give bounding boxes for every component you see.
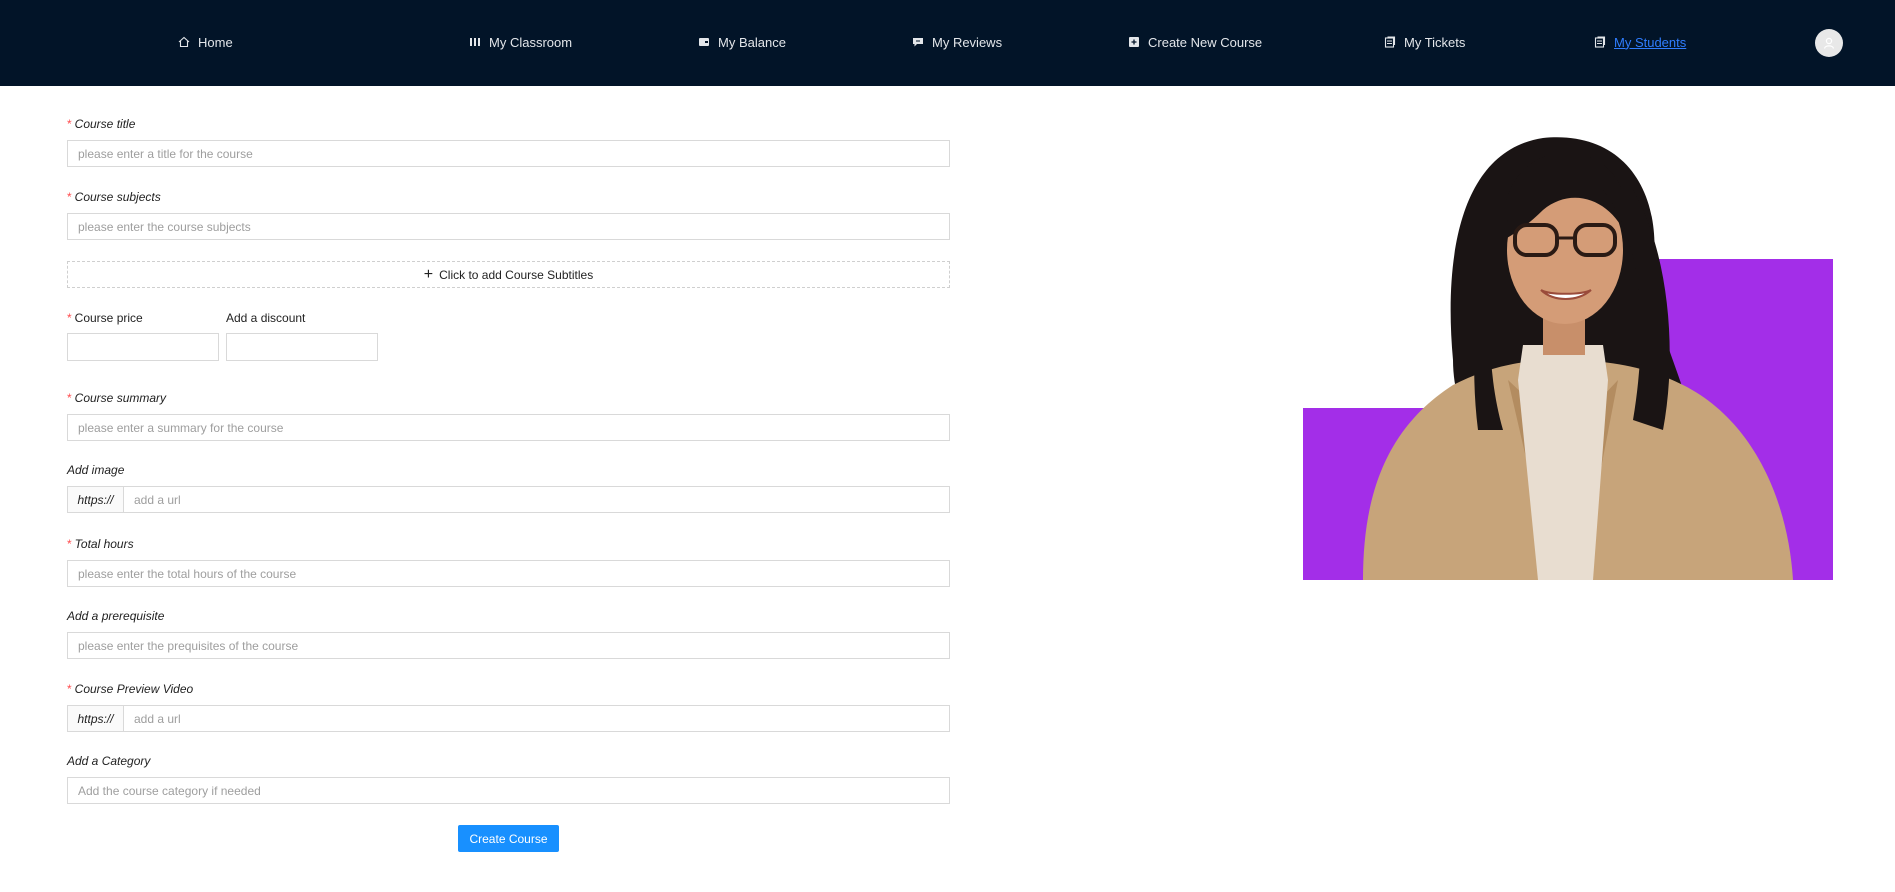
add-subtitles-button[interactable]: + Click to add Course Subtitles xyxy=(67,261,950,288)
course-price-label: * Course price xyxy=(67,311,143,325)
nav-item-home[interactable]: Home xyxy=(177,30,233,54)
image-label: Add image xyxy=(67,463,125,477)
category-input[interactable]: Add the course category if needed xyxy=(67,777,950,804)
students-icon xyxy=(1593,35,1607,49)
course-title-input[interactable]: please enter a title for the course xyxy=(67,140,950,167)
nav-item-my-reviews[interactable]: My Reviews xyxy=(911,30,1002,54)
nav-item-my-classroom[interactable]: My Classroom xyxy=(468,30,572,54)
total-hours-input[interactable]: please enter the total hours of the cour… xyxy=(67,560,950,587)
course-title-label: * Course title xyxy=(67,117,136,131)
ticket-icon xyxy=(1383,35,1397,49)
course-subjects-label: * Course subjects xyxy=(67,190,161,204)
home-icon xyxy=(177,35,191,49)
preview-video-url-prefix: https:// xyxy=(67,705,123,732)
prerequisite-label: Add a prerequisite xyxy=(67,609,165,623)
create-course-button[interactable]: Create Course xyxy=(458,825,559,852)
total-hours-label: * Total hours xyxy=(67,537,134,551)
avatar[interactable] xyxy=(1815,29,1843,57)
nav-item-create-new-course[interactable]: Create New Course xyxy=(1127,30,1262,54)
top-nav: Home My Classroom My Balance My Reviews … xyxy=(0,0,1895,86)
course-summary-label: * Course summary xyxy=(67,391,167,405)
nav-item-my-tickets[interactable]: My Tickets xyxy=(1383,30,1465,54)
plus-square-icon xyxy=(1127,35,1141,49)
course-summary-input[interactable]: please enter a summary for the course xyxy=(67,414,950,441)
user-icon xyxy=(1822,36,1836,50)
course-subjects-input[interactable]: please enter the course subjects xyxy=(67,213,950,240)
review-icon xyxy=(911,35,925,49)
discount-label: Add a discount xyxy=(226,311,306,325)
nav-item-my-students[interactable]: My Students xyxy=(1593,30,1686,54)
image-url-field: https:// add a url xyxy=(67,486,950,513)
nav-item-my-balance[interactable]: My Balance xyxy=(697,30,786,54)
classroom-icon xyxy=(468,35,482,49)
image-url-input[interactable]: add a url xyxy=(123,486,950,513)
discount-input[interactable] xyxy=(226,333,378,361)
category-label: Add a Category xyxy=(67,754,151,768)
preview-video-url-field: https:// add a url xyxy=(67,705,950,732)
hero-illustration xyxy=(1303,137,1833,580)
plus-icon: + xyxy=(423,265,434,283)
image-url-prefix: https:// xyxy=(67,486,123,513)
preview-video-label: * Course Preview Video xyxy=(67,682,194,696)
wallet-icon xyxy=(697,35,711,49)
preview-video-url-input[interactable]: add a url xyxy=(123,705,950,732)
course-price-input[interactable] xyxy=(67,333,219,361)
prerequisite-input[interactable]: please enter the prequisites of the cour… xyxy=(67,632,950,659)
